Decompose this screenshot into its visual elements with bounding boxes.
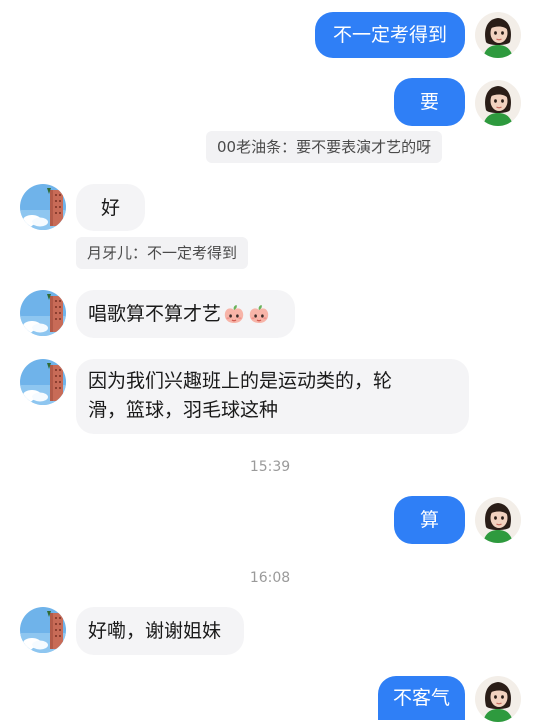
self-avatar[interactable]	[475, 676, 521, 722]
peach-emoji-icon	[222, 302, 246, 326]
sky-building-avatar-icon	[20, 184, 66, 230]
outgoing-message[interactable]: 要	[394, 78, 465, 126]
message-text: 算	[419, 509, 439, 531]
timestamp: 15:39	[249, 459, 291, 475]
message-text: 好嘞，谢谢姐妹	[88, 620, 222, 642]
message-text: 不一定考得到	[332, 24, 447, 46]
sky-building-avatar-icon	[20, 359, 66, 405]
message-text: 不客气	[392, 687, 450, 709]
incoming-message[interactable]: 唱歌算不算才艺	[76, 290, 295, 338]
sky-building-avatar-icon	[20, 607, 66, 653]
contact-avatar[interactable]	[20, 184, 66, 230]
self-avatar[interactable]	[475, 80, 521, 126]
message-text: 好	[100, 196, 120, 219]
self-avatar[interactable]	[475, 12, 521, 58]
outgoing-message[interactable]: 不一定考得到	[315, 12, 465, 58]
contact-avatar[interactable]	[20, 290, 66, 336]
quoted-reply[interactable]: 00老油条：要不要表演才艺的呀	[206, 131, 443, 163]
incoming-message[interactable]: 因为我们兴趣班上的是运动类的，轮滑，篮球，羽毛球这种	[76, 359, 469, 434]
message-text: 要	[419, 91, 439, 113]
self-avatar[interactable]	[475, 497, 521, 543]
girl-avatar-icon	[475, 80, 521, 126]
outgoing-message[interactable]: 算	[394, 496, 465, 544]
contact-avatar[interactable]	[20, 359, 66, 405]
incoming-message[interactable]: 好	[76, 184, 145, 231]
peach-emoji-icon	[247, 302, 271, 326]
incoming-message[interactable]: 好嘞，谢谢姐妹	[76, 607, 244, 655]
message-text: 因为我们兴趣班上的是运动类的，轮滑，篮球，羽毛球这种	[88, 370, 393, 421]
girl-avatar-icon	[475, 12, 521, 58]
message-text: 唱歌算不算才艺	[88, 303, 222, 325]
girl-avatar-icon	[475, 676, 521, 722]
contact-avatar[interactable]	[20, 607, 66, 653]
outgoing-message[interactable]: 不客气	[378, 676, 465, 720]
sky-building-avatar-icon	[20, 290, 66, 336]
timestamp: 16:08	[249, 570, 291, 586]
girl-avatar-icon	[475, 497, 521, 543]
quoted-reply[interactable]: 月牙儿：不一定考得到	[76, 237, 249, 269]
